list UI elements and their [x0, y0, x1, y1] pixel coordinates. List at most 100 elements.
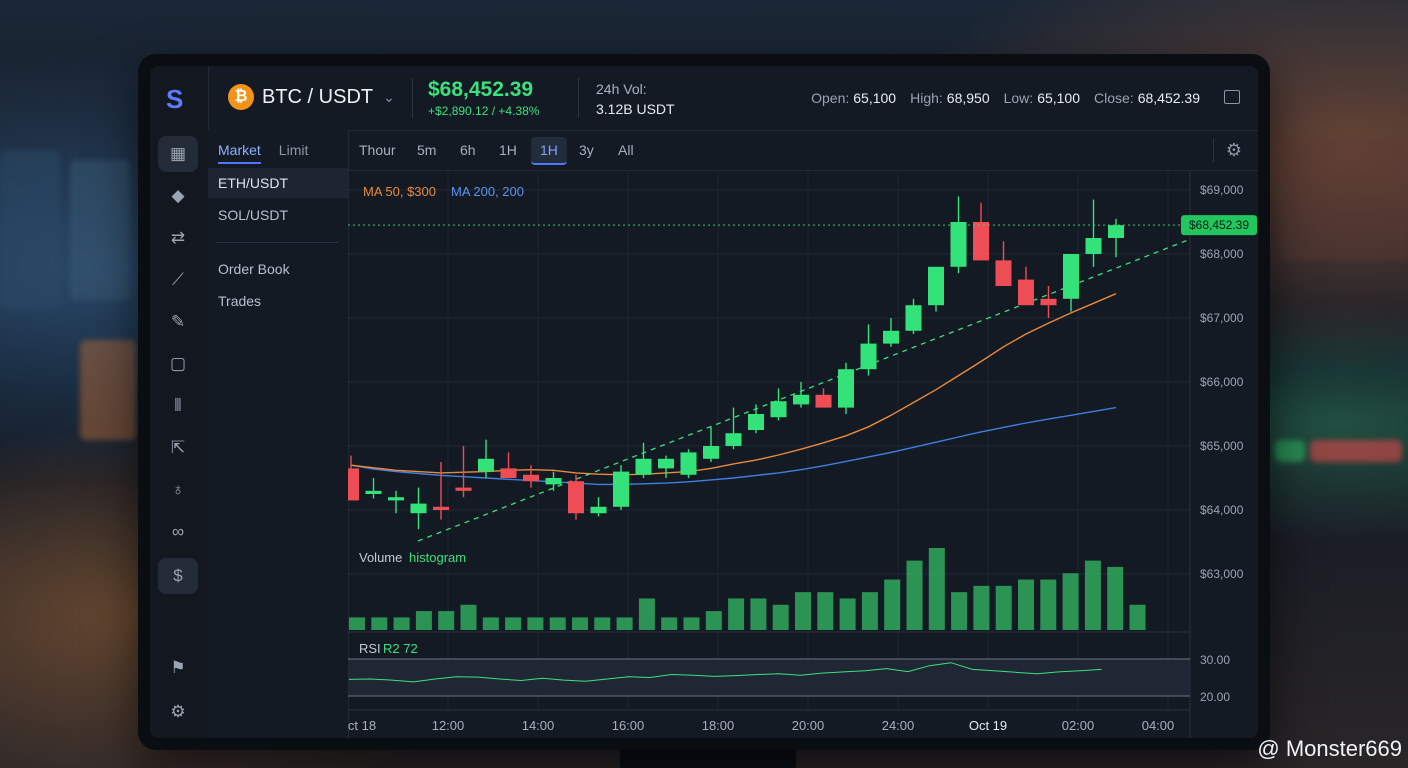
volume-bar — [549, 617, 566, 630]
candle-body — [365, 490, 382, 494]
last-price-tag-text: $68,452.39 — [1189, 218, 1249, 232]
bookmark-icon[interactable]: ⚑ — [158, 650, 198, 686]
pen-icon[interactable]: ✎ — [158, 304, 198, 340]
timeframe-6h[interactable]: 6h — [451, 137, 485, 163]
volume-bar — [393, 617, 410, 630]
volume-bar — [795, 592, 811, 630]
pair-item-sol[interactable]: SOL/USDT — [208, 200, 348, 230]
bg-green-button — [1275, 440, 1305, 462]
bg-screen-right — [1280, 140, 1408, 260]
candle-body — [500, 468, 517, 478]
low-stat: Low: 65,100 — [1003, 90, 1081, 106]
volume-bar — [928, 548, 945, 630]
volume-bar — [951, 592, 968, 630]
candle-body — [545, 478, 562, 485]
y-tick-label: $67,000 — [1200, 311, 1244, 325]
link-icon[interactable]: ∞ — [158, 514, 198, 550]
candle-body — [635, 458, 652, 475]
volume-bar — [861, 592, 878, 630]
wallet-icon[interactable]: ▢ — [158, 346, 198, 382]
x-tick-label: 20:00 — [792, 718, 825, 733]
order-book-link[interactable]: Order Book — [208, 254, 348, 284]
dollar-icon[interactable]: $ — [158, 558, 198, 594]
dashboard-icon[interactable]: ▦ — [158, 136, 198, 172]
y-tick-label: $64,000 — [1200, 503, 1244, 517]
candle-body — [680, 452, 697, 475]
volume-bar — [415, 611, 432, 630]
ma200-legend: MA 200, 200 — [451, 184, 524, 199]
candle-body — [1063, 254, 1079, 299]
trend-icon[interactable]: ⟋ — [158, 262, 198, 298]
volume-bar — [460, 604, 477, 630]
tab-market[interactable]: Market — [218, 142, 261, 164]
y-tick-label: $68,000 — [1200, 247, 1244, 261]
x-tick-label: Oct 19 — [969, 718, 1007, 733]
timeframe-all[interactable]: All — [609, 137, 643, 163]
candle-body — [838, 369, 854, 408]
timeframe-1h[interactable]: 1H — [490, 137, 526, 163]
volume-bar — [594, 617, 611, 630]
volume-bar — [1018, 579, 1034, 630]
candle-body — [523, 474, 539, 482]
x-tick-label: ct 18 — [348, 718, 376, 733]
timeframe-1h-active[interactable]: 1H — [531, 137, 567, 165]
volume-bar — [1062, 573, 1079, 630]
chevron-down-icon: ⌄ — [383, 88, 395, 105]
candle-body — [928, 266, 944, 306]
candles-icon[interactable]: ⫴ — [158, 388, 198, 424]
y-tick-label: $66,000 — [1200, 375, 1244, 389]
settings-icon[interactable]: ⚙ — [158, 694, 198, 730]
export-icon[interactable]: ⇱ — [158, 430, 198, 466]
swap-icon[interactable]: ⇄ — [158, 220, 198, 256]
candle-body — [1108, 225, 1124, 238]
bulb-icon[interactable]: ♁ — [158, 472, 198, 508]
ethereum-icon[interactable]: ◆ — [158, 178, 198, 214]
divider — [216, 242, 338, 243]
chart-settings-icon[interactable]: ⚙ — [1226, 140, 1242, 161]
window-icon[interactable] — [1224, 90, 1240, 104]
volume-bar — [371, 617, 388, 630]
pair-selector[interactable]: ₿ BTC / USDT ⌄ — [228, 84, 395, 110]
candle-body — [410, 503, 427, 514]
divider — [578, 78, 579, 118]
volume-sublabel: histogram — [409, 550, 466, 565]
bg-screen-left — [0, 150, 60, 310]
timeframe-thour[interactable]: Thour — [350, 137, 405, 163]
bg-red-button — [1310, 440, 1402, 462]
timeframe-3y[interactable]: 3y — [570, 137, 603, 163]
timeframe-5m[interactable]: 5m — [408, 137, 445, 163]
candle-body — [883, 330, 899, 344]
pair-name: BTC / USDT — [262, 85, 374, 108]
volume-bar — [772, 604, 789, 630]
volume-bar — [638, 598, 655, 630]
last-price: $68,452.39 — [428, 78, 534, 101]
candle-body — [815, 394, 832, 408]
volume-bar — [572, 617, 588, 630]
ticker-header: ₿ BTC / USDT ⌄ $68,452.39 +$2,890.12 / +… — [208, 66, 1258, 131]
price-chart[interactable]: $68,452.39 MA 50, $300 MA 200, 200 Volum… — [348, 170, 1258, 738]
open-stat: Open: 65,100 — [811, 90, 897, 106]
y-tick-label: $65,000 — [1200, 439, 1244, 453]
x-tick-label: 14:00 — [522, 718, 555, 733]
monitor-stand — [620, 748, 796, 768]
rsi-sublabel: R2 72 — [383, 641, 418, 656]
candle-body — [455, 487, 472, 491]
rsi-tick-label: 30.00 — [1200, 653, 1230, 667]
candle-body — [1040, 298, 1057, 306]
tab-limit[interactable]: Limit — [279, 142, 309, 164]
candle-body — [860, 343, 877, 370]
trades-link[interactable]: Trades — [208, 286, 348, 316]
candle-body — [725, 433, 742, 446]
pair-item-eth[interactable]: ETH/USDT — [208, 168, 348, 198]
volume-bar — [683, 617, 700, 630]
candle-body — [703, 446, 719, 459]
y-tick-label: $69,000 — [1200, 183, 1244, 197]
high-stat: High: 68,950 — [910, 90, 990, 106]
candle-body — [478, 458, 494, 472]
volume-bar — [839, 598, 856, 630]
volume-bar — [349, 617, 365, 630]
market-sidebar: Market Limit ETH/USDT SOL/USDT Order Boo… — [208, 130, 349, 738]
x-tick-label: 24:00 — [882, 718, 915, 733]
x-tick-label: 18:00 — [702, 718, 735, 733]
rsi-label: RSI — [359, 641, 381, 656]
